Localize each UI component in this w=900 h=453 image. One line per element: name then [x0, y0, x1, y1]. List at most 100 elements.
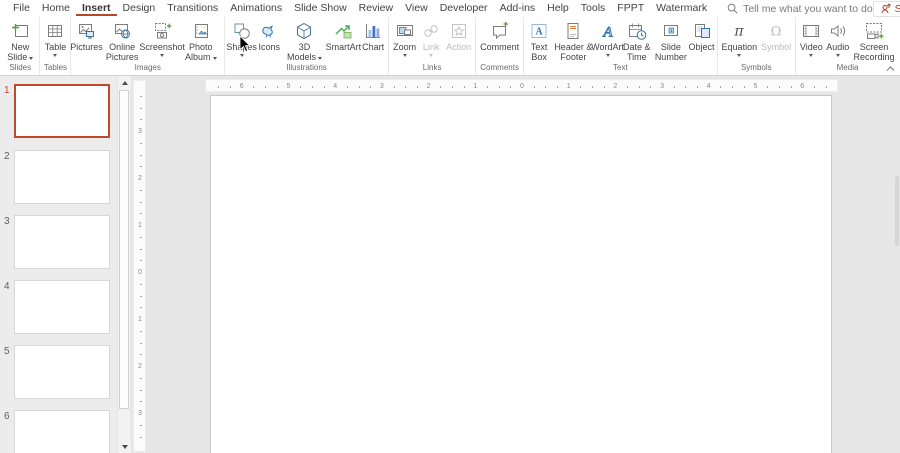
button-label: Header & Footer — [554, 42, 592, 62]
ruler-number: 6 — [240, 82, 244, 91]
audio-button[interactable]: Audio — [824, 18, 851, 57]
chart-icon — [363, 21, 383, 41]
screen-recording-button[interactable]: Screen Recording — [851, 18, 897, 62]
ruler-tick — [697, 86, 698, 88]
ruler-tick — [140, 155, 142, 156]
ruler-tick — [685, 86, 686, 88]
tell-me-search[interactable]: Tell me what you want to do — [727, 3, 873, 15]
tab-transitions[interactable]: Transitions — [161, 1, 224, 16]
slide-thumbnail-2[interactable] — [14, 150, 110, 204]
date-time-button[interactable]: Date & Time — [621, 18, 654, 62]
button-label: Audio — [826, 42, 849, 52]
slide-canvas[interactable] — [210, 95, 832, 453]
tab-fppt[interactable]: FPPT — [611, 1, 650, 16]
tab-home[interactable]: Home — [36, 1, 76, 16]
ruler-tick — [140, 343, 142, 344]
table-button[interactable]: Table — [42, 18, 68, 57]
canvas-scrollbar-thumb[interactable] — [895, 176, 899, 246]
comment-button[interactable]: Comment — [478, 18, 521, 52]
link-icon — [421, 21, 441, 41]
ruler-number: 0 — [138, 268, 142, 277]
ruler-tick — [347, 86, 348, 88]
object-button[interactable]: Object — [689, 18, 715, 52]
button-label: Link — [423, 42, 440, 52]
smartart-button[interactable]: SmartArt — [327, 18, 360, 52]
slide-number-label: 5 — [4, 346, 13, 357]
ruler-tick — [140, 249, 142, 250]
equation-button[interactable]: π Equation — [720, 18, 760, 57]
tab-file[interactable]: File — [7, 1, 36, 16]
group-label: Symbols — [719, 63, 795, 75]
thumbnails-scrollbar[interactable] — [117, 76, 130, 453]
screenshot-button[interactable]: Screenshot — [145, 18, 180, 57]
slide-thumbnail-3[interactable] — [14, 215, 110, 269]
scroll-up-button[interactable] — [118, 76, 131, 89]
new-slide-button[interactable]: New Slide — [3, 18, 37, 62]
ruler-tick — [487, 86, 488, 88]
photo-album-button[interactable]: Photo Album — [179, 18, 222, 62]
tab-animations[interactable]: Animations — [224, 1, 288, 16]
three-d-models-button[interactable]: 3D Models — [282, 18, 327, 62]
ruler-tick — [140, 401, 142, 402]
text-box-button[interactable]: A Text Box — [526, 18, 552, 62]
pictures-button[interactable]: Pictures — [73, 18, 99, 52]
slide-thumbnails-panel: 1 2 3 4 5 6 — [0, 76, 117, 453]
button-label: Table — [45, 42, 67, 52]
tab-insert[interactable]: Insert — [76, 1, 117, 16]
slide-number-button[interactable]: 1 Slide Number — [653, 18, 688, 62]
icons-button[interactable]: Icons — [256, 18, 282, 52]
ruler-tick — [140, 96, 142, 97]
share-button[interactable]: Share — [873, 1, 900, 17]
tab-help[interactable]: Help — [541, 1, 575, 16]
ruler-tick — [650, 86, 651, 88]
action-icon — [449, 21, 469, 41]
slide-thumbnail-6[interactable] — [14, 410, 110, 453]
dropdown-arrow-icon — [240, 54, 244, 57]
slide-number-label: 1 — [4, 85, 13, 96]
ruler-tick — [674, 86, 675, 88]
screen-recording-icon — [864, 21, 884, 41]
new-slide-icon — [10, 21, 30, 41]
ruler-tick — [140, 237, 142, 238]
group-label: Illustrations — [226, 63, 387, 75]
dropdown-arrow-icon — [29, 57, 33, 60]
tab-watermark[interactable]: Watermark — [650, 1, 713, 16]
dropdown-arrow-icon — [737, 54, 741, 57]
tab-add-ins[interactable]: Add-ins — [494, 1, 542, 16]
collapse-ribbon-icon[interactable] — [886, 66, 895, 72]
slide-thumbnail-5[interactable] — [14, 345, 110, 399]
object-icon — [692, 21, 712, 41]
scroll-down-button[interactable] — [118, 440, 131, 453]
tab-design[interactable]: Design — [117, 1, 162, 16]
slide-thumbnail-1[interactable] — [14, 84, 110, 138]
svg-text:A: A — [536, 27, 544, 38]
tab-tools[interactable]: Tools — [575, 1, 612, 16]
wordart-button[interactable]: A WordArt — [595, 18, 621, 57]
ruler-tick — [545, 86, 546, 88]
tab-review[interactable]: Review — [353, 1, 399, 16]
ruler-number: 2 — [427, 82, 431, 91]
tab-slide-show[interactable]: Slide Show — [288, 1, 353, 16]
ruler-tick — [324, 86, 325, 88]
button-label: Comment — [480, 42, 519, 52]
zoom-button[interactable]: Zoom — [391, 18, 418, 57]
button-label: Zoom — [393, 42, 416, 52]
ruler-tick — [826, 86, 827, 88]
online-pictures-button[interactable]: Online Pictures — [99, 18, 144, 62]
tab-view[interactable]: View — [399, 1, 434, 16]
header-footer-button[interactable]: Header & Footer — [552, 18, 594, 62]
svg-text:Ω: Ω — [771, 25, 782, 40]
button-label: WordArt — [591, 42, 624, 52]
ribbon-insert: New Slide Slides Table Tables Pictures O… — [0, 17, 900, 76]
three-d-models-icon — [294, 21, 314, 41]
scroll-down-icon — [122, 445, 128, 449]
ruler-tick — [140, 143, 142, 144]
tab-developer[interactable]: Developer — [434, 1, 494, 16]
slide-thumbnail-4[interactable] — [14, 280, 110, 334]
scrollbar-thumb[interactable] — [119, 90, 129, 409]
video-icon — [801, 21, 821, 41]
video-button[interactable]: Video — [798, 18, 824, 57]
menu-bar: File Home Insert Design Transitions Anim… — [0, 0, 900, 17]
chart-button[interactable]: Chart — [360, 18, 386, 52]
button-label: SmartArt — [326, 42, 362, 52]
